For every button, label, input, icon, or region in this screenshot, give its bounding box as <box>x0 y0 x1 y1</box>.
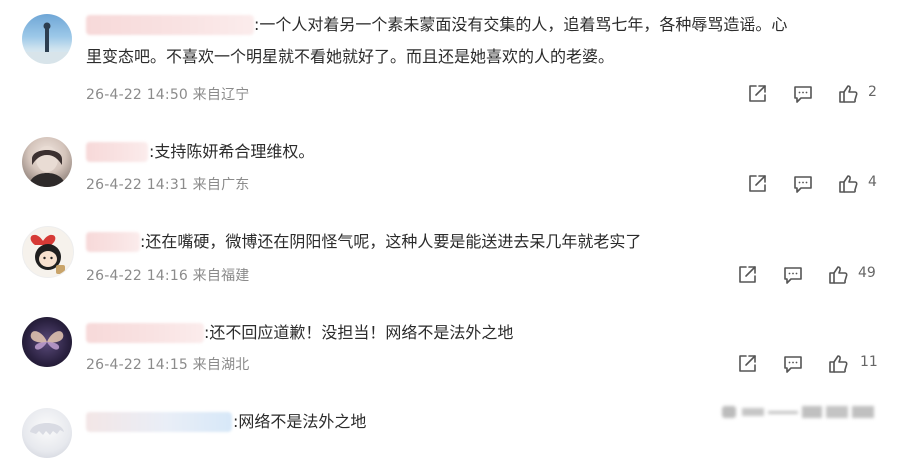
comment-meta: 26-4-22 14:15 来自湖北 <box>86 357 250 373</box>
comment-icon[interactable] <box>792 83 814 105</box>
like-count: 4 <box>868 174 877 190</box>
share-icon[interactable] <box>736 264 758 286</box>
share-icon[interactable] <box>736 353 758 375</box>
comment-actions: 4 <box>746 173 886 195</box>
username-redacted[interactable] <box>86 323 204 343</box>
comment-text: :还不回应道歉！没担当！网络不是法外之地 <box>204 323 514 342</box>
avatar[interactable] <box>22 137 72 187</box>
avatar[interactable] <box>22 317 72 367</box>
comment-actions: 11 <box>736 353 886 375</box>
comment-text: :网络不是法外之地 <box>233 412 367 431</box>
like-count: 2 <box>868 84 877 100</box>
like-count: 11 <box>860 354 878 370</box>
comment-actions: 2 <box>746 83 886 105</box>
comment-item: :还在嘴硬，微博还在阴阳怪气呢，这种人要是能送进去呆几年就老实了 26-4-22… <box>0 212 900 308</box>
thumbs-up-icon[interactable] <box>827 353 849 375</box>
anime-avatar-icon <box>30 423 64 435</box>
comment-meta: 26-4-22 14:16 来自福建 <box>86 268 250 284</box>
username-redacted[interactable] <box>86 232 140 252</box>
avatar[interactable] <box>22 14 72 64</box>
share-icon[interactable] <box>746 83 768 105</box>
comment-meta: 26-4-22 14:31 来自广东 <box>86 177 250 193</box>
comment-text: :一个人对着另一个素未蒙面没有交集的人，追着骂七年，各种辱骂造谣。心 <box>254 15 788 34</box>
cartoon-girl-avatar-icon <box>30 234 65 274</box>
comment-item: :一个人对着另一个素未蒙面没有交集的人，追着骂七年，各种辱骂造谣。心 里变态吧。… <box>0 0 900 115</box>
avatar[interactable] <box>22 226 74 278</box>
thumbs-up-icon[interactable] <box>837 83 859 105</box>
butterfly-avatar-icon <box>30 331 64 350</box>
comment-icon[interactable] <box>792 173 814 195</box>
username-redacted[interactable] <box>86 412 232 432</box>
username-redacted[interactable] <box>86 142 148 162</box>
comment-item: :支持陈妍希合理维权。 26-4-22 14:31 来自广东 4 <box>0 120 900 210</box>
share-icon[interactable] <box>746 173 768 195</box>
comment-text: :还在嘴硬，微博还在阴阳怪气呢，这种人要是能送进去呆几年就老实了 <box>140 232 642 251</box>
avatar[interactable] <box>22 408 72 458</box>
watermark-blurred <box>722 400 892 426</box>
thumbs-up-icon[interactable] <box>837 173 859 195</box>
thumbs-up-icon[interactable] <box>827 264 849 286</box>
blurred-watermark-icon <box>722 406 874 418</box>
comment-text: :支持陈妍希合理维权。 <box>149 142 315 161</box>
comment-actions: 49 <box>736 264 886 286</box>
comment-meta: 26-4-22 14:50 来自辽宁 <box>86 87 250 103</box>
comment-icon[interactable] <box>782 264 804 286</box>
comment-item: :还不回应道歉！没担当！网络不是法外之地 26-4-22 14:15 来自湖北 … <box>0 304 900 394</box>
comment-text-line2: 里变态吧。不喜欢一个明星就不看她就好了。而且还是她喜欢的人的老婆。 <box>86 47 615 66</box>
avatar-figure-icon <box>22 22 72 64</box>
avatar-person-icon <box>28 146 66 187</box>
comment-icon[interactable] <box>782 353 804 375</box>
like-count: 49 <box>858 265 876 281</box>
username-redacted[interactable] <box>86 15 254 35</box>
